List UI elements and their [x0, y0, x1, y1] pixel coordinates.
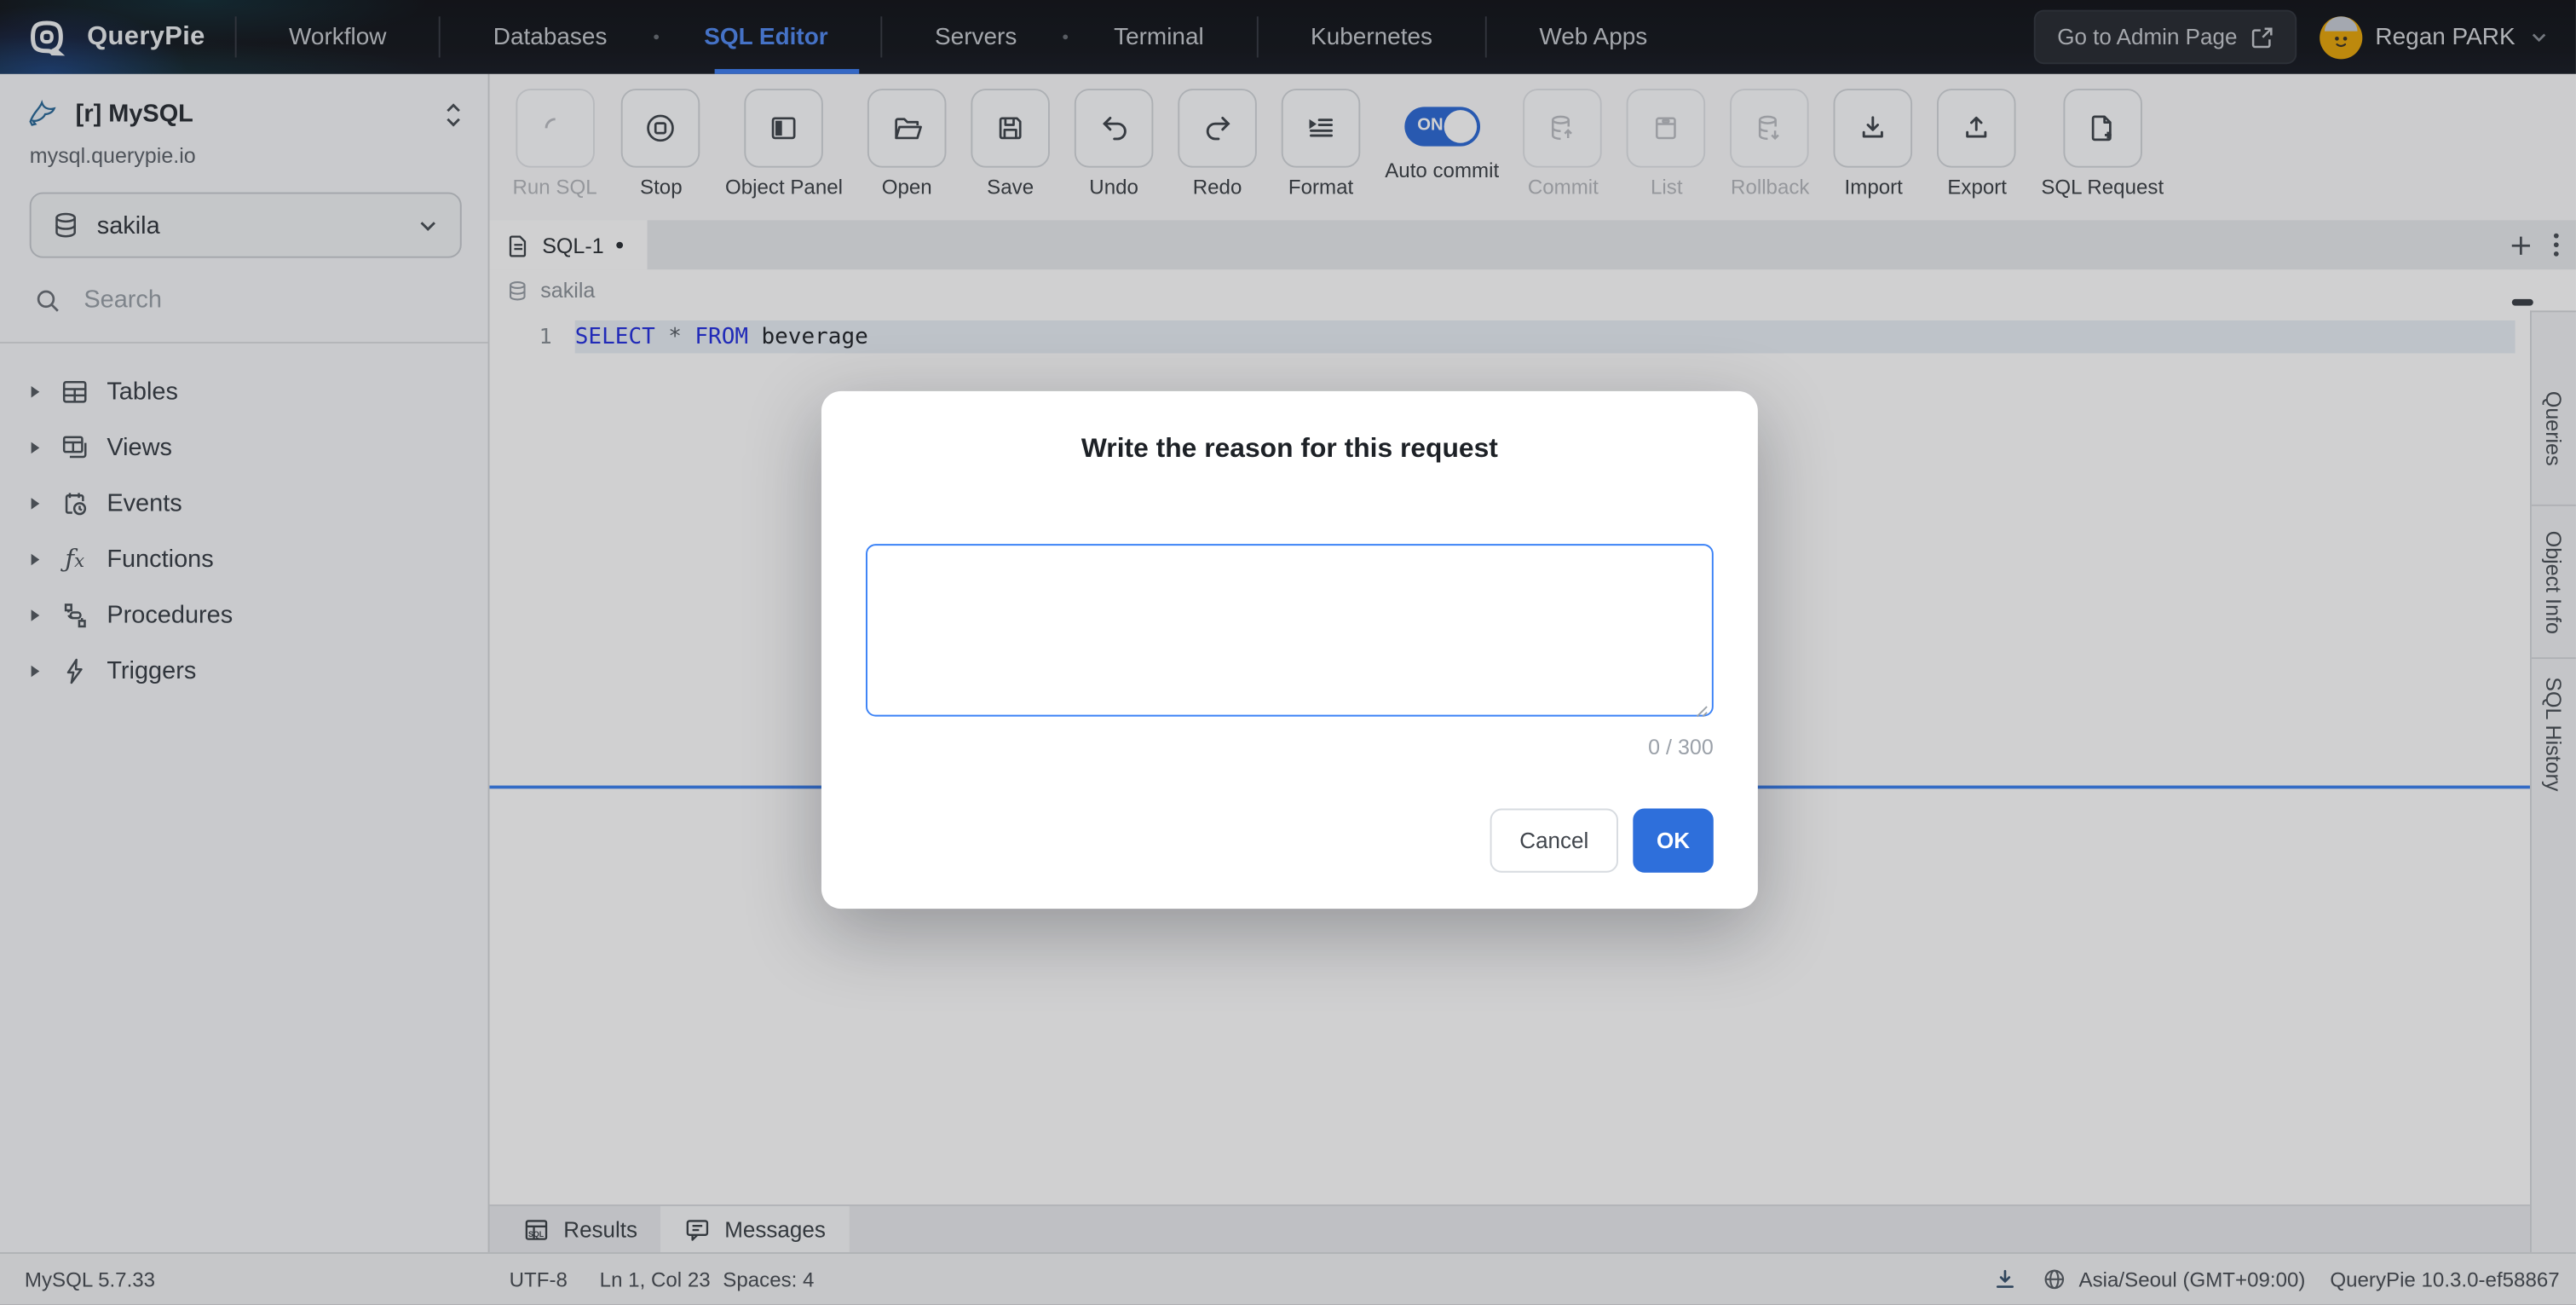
resize-grip-icon[interactable]: [1692, 702, 1709, 718]
reason-textarea[interactable]: [866, 544, 1714, 716]
ok-button[interactable]: OK: [1633, 809, 1713, 873]
reason-request-dialog: Write the reason for this request 0 / 30…: [821, 391, 1758, 909]
cancel-button[interactable]: Cancel: [1490, 809, 1618, 873]
querypie-app: QueryPie Workflow Databases SQL Editor S…: [0, 0, 2576, 1305]
char-counter: 0 / 300: [866, 735, 1714, 759]
dialog-title: Write the reason for this request: [866, 434, 1714, 465]
